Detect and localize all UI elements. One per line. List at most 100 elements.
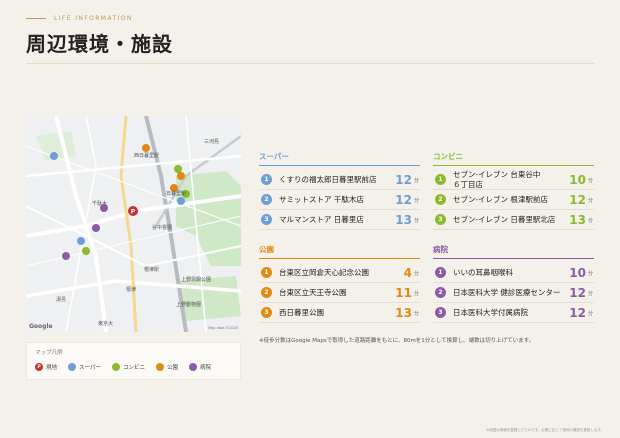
legend-item: 病院 — [189, 363, 211, 371]
number-badge: 3 — [435, 307, 446, 318]
minutes-unit: 分 — [587, 198, 593, 204]
legend-marker-icon — [68, 363, 77, 371]
number-badge: 1 — [435, 174, 446, 185]
walk-minutes: 12 — [395, 192, 412, 207]
number-badge: 2 — [261, 194, 272, 205]
list-item: 2 セブン-イレブン 根津駅前店 12 分 — [433, 190, 594, 210]
walk-minutes: 12 — [569, 285, 586, 300]
walk-minutes: 13 — [395, 305, 412, 320]
legend-label: 公園 — [166, 365, 178, 371]
legend-items: P 現地 スーパー コンビニ 公園 病院 — [35, 363, 211, 371]
list-item: 1 セブン-イレブン 台東谷中 ６丁目店 10 分 — [433, 170, 594, 190]
category-hospital: 病院 1 いいの耳鼻咽喉科 10 分 2 日本医科大学 健診医療センター 12 分 3 日本医科大… — [433, 244, 594, 323]
list-item: 2 日本医科大学 健診医療センター 12 分 — [433, 283, 594, 303]
facility-name: 日本医科大学 健診医療センター — [453, 287, 561, 297]
category-conv: コンビニ 1 セブン-イレブン 台東谷中 ６丁目店 10 分 2 セブン-イレブン 根津駅前… — [433, 151, 594, 230]
legend-marker-icon — [155, 363, 164, 371]
map-label: 上野動物園 — [176, 302, 202, 308]
walk-minutes: 13 — [395, 212, 412, 227]
map-label: 湯島 — [56, 297, 67, 303]
walk-minutes: 12 — [569, 192, 586, 207]
category-list: 1 セブン-イレブン 台東谷中 ６丁目店 10 分 2 セブン-イレブン 根津駅前店 12 分 3… — [433, 170, 594, 230]
legend-marker-icon: P — [35, 363, 43, 371]
svg-text:P: P — [131, 209, 136, 216]
minutes-unit: 分 — [413, 198, 419, 204]
list-item: 1 台東区立岡倉天心記念公園 4 分 — [259, 263, 420, 283]
number-badge: 1 — [261, 174, 272, 185]
list-item: 2 サミットストア 千駄木店 12 分 — [259, 190, 420, 210]
map-label: 上野恩賜公園 — [181, 277, 212, 283]
walk-minutes: 13 — [569, 212, 586, 227]
number-badge: 3 — [261, 214, 272, 225]
facility-name: くすりの福太郎日暮里駅前店 — [279, 174, 377, 184]
minutes-unit: 分 — [587, 311, 593, 317]
map-label: 東京大 — [98, 321, 114, 327]
legend-label: コンビニ — [122, 365, 145, 371]
facility-name: 台東区立岡倉天心記念公園 — [279, 267, 369, 277]
list-item: 3 マルマンストア 日暮里店 13 分 — [259, 210, 420, 230]
minutes-unit: 分 — [413, 291, 419, 297]
facility-name: いいの耳鼻咽喉科 — [453, 267, 513, 277]
eyebrow-rule — [26, 18, 46, 19]
map-label: 西日暮里駅 — [134, 153, 160, 159]
minutes-unit: 分 — [413, 271, 419, 277]
number-badge: 3 — [261, 307, 272, 318]
legend-marker-icon — [189, 363, 197, 371]
walk-minutes: 10 — [569, 172, 586, 187]
minutes-unit: 分 — [587, 291, 593, 297]
minutes-unit: 分 — [587, 271, 593, 277]
number-badge: 2 — [435, 194, 446, 205]
walk-minutes: 12 — [395, 172, 412, 187]
minutes-unit: 分 — [587, 218, 593, 224]
list-item: 1 くすりの福太郎日暮里駅前店 12 分 — [259, 170, 420, 190]
area-map[interactable]: P 西日暮里駅 日暮里駅 千駄木 谷中霊園 根津 東京大 上野動物園 三河島 根… — [26, 116, 241, 332]
number-badge: 1 — [261, 267, 272, 278]
facility-name: セブン-イレブン 根津駅前店 — [453, 194, 548, 204]
list-item: 3 日本医科大学付属病院 12 分 — [433, 303, 594, 323]
header-divider — [26, 63, 594, 64]
map-label: 谷中霊園 — [152, 225, 173, 231]
legend-marker-icon — [111, 363, 120, 371]
walk-minutes: 12 — [569, 305, 586, 320]
legend-item: スーパー — [68, 363, 101, 371]
number-badge: 2 — [261, 287, 272, 298]
legend-item: コンビニ — [111, 363, 145, 371]
category-list: 1 いいの耳鼻咽喉科 10 分 2 日本医科大学 健診医療センター 12 分 3 日本医科大学付属… — [433, 263, 594, 323]
facility-name: マルマンストア 日暮里店 — [279, 214, 364, 224]
legend-item: P 現地 — [35, 363, 57, 371]
category-park: 公園 1 台東区立岡倉天心記念公園 4 分 2 台東区立天王寺公園 11 分 3 西日暮里公園 13… — [259, 244, 420, 323]
facility-name: 西日暮里公園 — [279, 307, 324, 317]
google-logo: Google — [29, 323, 53, 330]
category-list: 1 台東区立岡倉天心記念公園 4 分 2 台東区立天王寺公園 11 分 3 西日暮里公園 13 分 — [259, 263, 420, 323]
list-item: 3 セブン-イレブン 日暮里駅北店 13 分 — [433, 210, 594, 230]
map-label: 千駄木 — [92, 201, 108, 207]
facility-name: セブン-イレブン 台東谷中 ６丁目店 — [453, 170, 541, 189]
number-badge: 1 — [435, 267, 446, 278]
category-title: スーパー — [259, 151, 420, 166]
category-title: 病院 — [433, 244, 594, 259]
minutes-unit: 分 — [413, 218, 419, 224]
minutes-unit: 分 — [413, 178, 419, 184]
list-item: 3 西日暮里公園 13 分 — [259, 303, 420, 323]
page-title: 周辺環境・施設 — [26, 32, 173, 56]
facility-name: セブン-イレブン 日暮里駅北店 — [453, 214, 556, 224]
walking-time-note: ※徒歩分数はGoogle Mapsで取得した道路距離をもとに、80mを1分として… — [259, 338, 535, 344]
category-list: 1 くすりの福太郎日暮里駅前店 12 分 2 サミットストア 千駄木店 12 分 3 マルマンスト… — [259, 170, 420, 230]
minutes-unit: 分 — [413, 311, 419, 317]
category-title: コンビニ — [433, 151, 594, 166]
list-item: 2 台東区立天王寺公園 11 分 — [259, 283, 420, 303]
map-label: 日暮里駅 — [166, 191, 187, 197]
map-label: 根津駅 — [144, 267, 160, 273]
facility-name: 台東区立天王寺公園 — [279, 287, 347, 297]
number-badge: 2 — [435, 287, 446, 298]
list-item: 1 いいの耳鼻咽喉科 10 分 — [433, 263, 594, 283]
map-legend: マップ凡例 P 現地 スーパー コンビニ 公園 病院 — [26, 342, 241, 380]
legend-label: 病院 — [200, 365, 212, 371]
walk-minutes: 4 — [403, 265, 412, 280]
eyebrow-text: LIFE INFORMATION — [54, 15, 133, 22]
category-title: 公園 — [259, 244, 420, 259]
facility-name: サミットストア 千駄木店 — [279, 194, 364, 204]
map-label: 三河島 — [204, 139, 220, 145]
legend-label: スーパー — [79, 365, 101, 371]
walk-minutes: 10 — [569, 265, 586, 280]
